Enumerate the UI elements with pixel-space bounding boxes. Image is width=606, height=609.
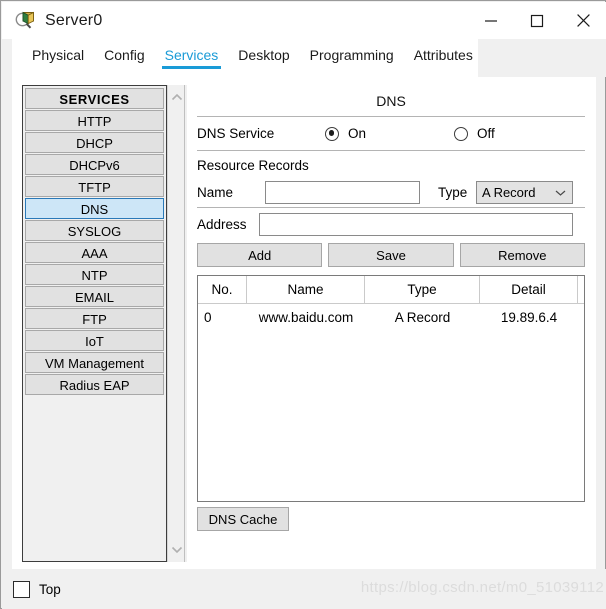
- sidebar-item-ntp[interactable]: NTP: [25, 264, 164, 285]
- main-content-panel: SERVICES HTTP DHCP DHCPv6 TFTP DNS SYSLO…: [12, 77, 596, 569]
- table-row[interactable]: 0 www.baidu.com A Record 19.89.6.4: [198, 304, 584, 331]
- record-action-buttons: Add Save Remove: [197, 243, 585, 267]
- column-header-type: Type: [365, 276, 480, 303]
- add-button[interactable]: Add: [197, 243, 322, 267]
- tab-desktop[interactable]: Desktop: [228, 39, 299, 69]
- cell-no: 0: [198, 304, 247, 331]
- server-magnifier-icon: [15, 10, 37, 32]
- titlebar: Server0: [2, 2, 606, 39]
- tab-desktop-label: Desktop: [238, 47, 289, 63]
- type-dropdown-value: A Record: [482, 185, 535, 200]
- scroll-up-button[interactable]: [168, 88, 186, 106]
- cell-name: www.baidu.com: [247, 304, 365, 331]
- tab-attributes-label: Attributes: [414, 47, 473, 63]
- dns-pane: DNS DNS Service On Off Resource Records …: [197, 85, 585, 562]
- sidebar-header: SERVICES: [25, 88, 164, 109]
- window-controls: [468, 2, 606, 39]
- services-list: SERVICES HTTP DHCP DHCPv6 TFTP DNS SYSLO…: [22, 85, 167, 562]
- maximize-button[interactable]: [514, 2, 560, 39]
- tab-attributes[interactable]: Attributes: [404, 39, 483, 69]
- table-header-row: No. Name Type Detail: [198, 276, 584, 304]
- tab-config-label: Config: [104, 47, 144, 63]
- name-row: Name Type A Record: [197, 177, 585, 207]
- sidebar-item-dns[interactable]: DNS: [25, 198, 164, 219]
- chevron-down-icon: [555, 185, 566, 200]
- tab-programming-label: Programming: [310, 47, 394, 63]
- type-label: Type: [438, 185, 476, 200]
- tabstrip: Physical Config Services Desktop Program…: [12, 39, 478, 77]
- page-title: DNS: [197, 85, 585, 116]
- column-header-spacer: [578, 276, 584, 303]
- dns-service-row: DNS Service On Off: [197, 117, 585, 150]
- top-checkbox[interactable]: [13, 581, 30, 598]
- sidebar-item-aaa[interactable]: AAA: [25, 242, 164, 263]
- minimize-icon: [484, 14, 498, 28]
- statusbar: Top https://blog.csdn.net/m0_51039112: [2, 569, 606, 609]
- maximize-icon: [530, 14, 544, 28]
- scroll-down-button[interactable]: [168, 541, 186, 559]
- cell-type: A Record: [365, 304, 480, 331]
- sidebar-item-dhcpv6[interactable]: DHCPv6: [25, 154, 164, 175]
- address-input[interactable]: [259, 213, 573, 236]
- sidebar-item-http[interactable]: HTTP: [25, 110, 164, 131]
- dns-service-on-option[interactable]: On: [325, 126, 366, 141]
- tab-services-label: Services: [165, 47, 219, 63]
- dns-service-off-option[interactable]: Off: [454, 126, 495, 141]
- sidebar-item-iot[interactable]: IoT: [25, 330, 164, 351]
- sidebar-item-tftp[interactable]: TFTP: [25, 176, 164, 197]
- address-row: Address: [197, 208, 585, 240]
- remove-button[interactable]: Remove: [460, 243, 585, 267]
- sidebar-item-email[interactable]: EMAIL: [25, 286, 164, 307]
- top-checkbox-label: Top: [39, 582, 61, 597]
- tab-physical-label: Physical: [32, 47, 84, 63]
- sidebar-item-ftp[interactable]: FTP: [25, 308, 164, 329]
- cell-detail: 19.89.6.4: [480, 304, 578, 331]
- type-dropdown[interactable]: A Record: [476, 181, 573, 204]
- name-label: Name: [197, 185, 265, 200]
- server-config-window: Server0 Physical: [0, 0, 606, 609]
- column-header-no: No.: [198, 276, 247, 303]
- minimize-button[interactable]: [468, 2, 514, 39]
- window-title: Server0: [45, 12, 102, 30]
- column-header-name: Name: [247, 276, 365, 303]
- sidebar-item-radius-eap[interactable]: Radius EAP: [25, 374, 164, 395]
- resource-records-table[interactable]: No. Name Type Detail 0 www.baidu.com A R…: [197, 275, 585, 502]
- save-button[interactable]: Save: [328, 243, 453, 267]
- radio-on-label: On: [348, 126, 366, 141]
- services-sidebar: SERVICES HTTP DHCP DHCPv6 TFTP DNS SYSLO…: [22, 85, 187, 562]
- column-header-detail: Detail: [480, 276, 578, 303]
- sidebar-item-dhcp[interactable]: DHCP: [25, 132, 164, 153]
- close-button[interactable]: [560, 2, 606, 39]
- resource-records-label: Resource Records: [197, 151, 585, 177]
- sidebar-item-syslog[interactable]: SYSLOG: [25, 220, 164, 241]
- sidebar-item-vm-management[interactable]: VM Management: [25, 352, 164, 373]
- tab-physical[interactable]: Physical: [22, 39, 94, 69]
- watermark: https://blog.csdn.net/m0_51039112: [361, 579, 604, 596]
- dns-cache-row: DNS Cache: [197, 507, 585, 531]
- radio-on-icon[interactable]: [325, 127, 339, 141]
- close-icon: [576, 13, 591, 28]
- dns-service-label: DNS Service: [197, 126, 325, 141]
- tab-services[interactable]: Services: [155, 39, 229, 69]
- name-input[interactable]: [265, 181, 420, 204]
- tab-active-underline: [162, 66, 222, 69]
- tab-programming[interactable]: Programming: [300, 39, 404, 69]
- radio-off-label: Off: [477, 126, 495, 141]
- address-label: Address: [197, 217, 259, 232]
- tab-config[interactable]: Config: [94, 39, 154, 69]
- sidebar-scrollbar[interactable]: [167, 85, 185, 562]
- radio-off-icon[interactable]: [454, 127, 468, 141]
- chevron-down-icon: [171, 546, 183, 554]
- chevron-up-icon: [171, 93, 183, 101]
- dns-cache-button[interactable]: DNS Cache: [197, 507, 289, 531]
